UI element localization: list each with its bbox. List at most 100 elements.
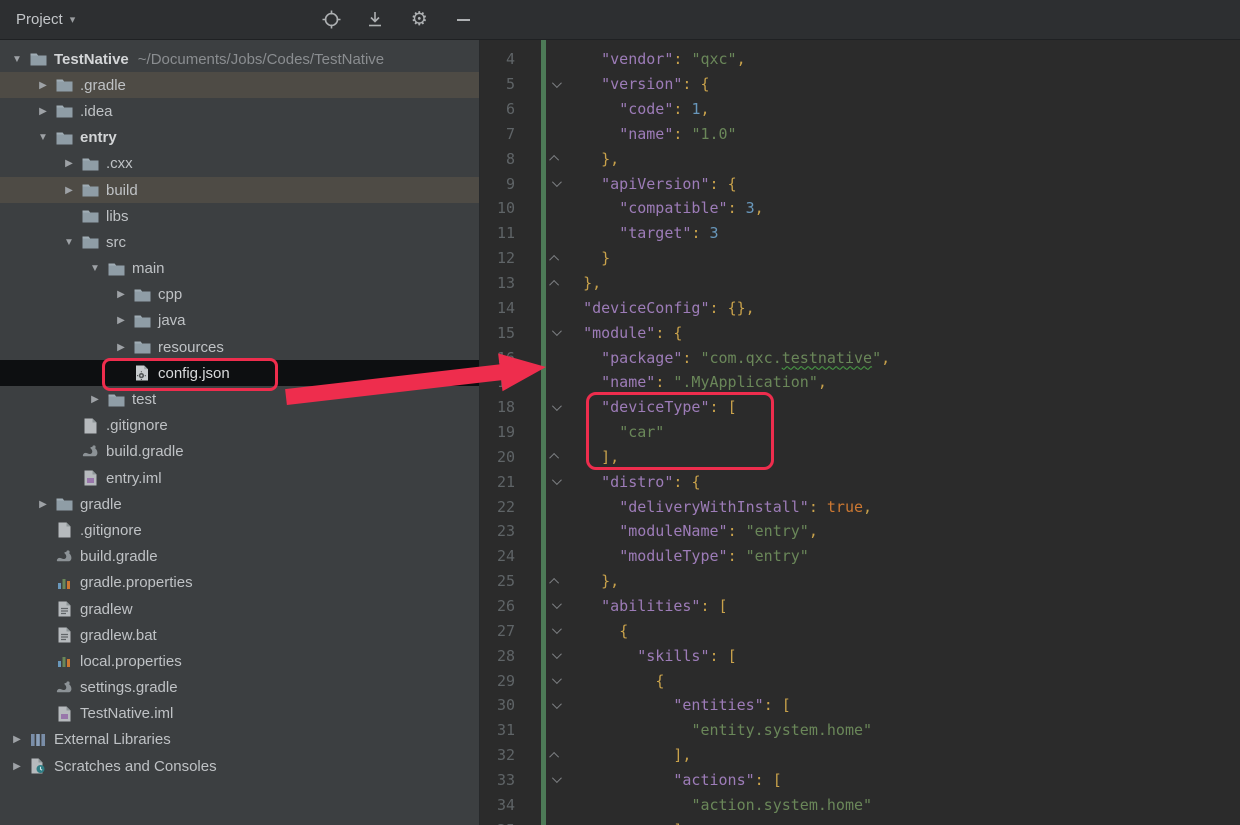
code-line-26[interactable]: 26 "abilities": [ bbox=[481, 594, 1240, 619]
code-line-4[interactable]: 4 "vendor": "qxc", bbox=[481, 47, 1240, 72]
tree-item-testnative-iml[interactable]: TestNative.iml bbox=[0, 701, 479, 727]
tree-item-entry-iml[interactable]: entry.iml bbox=[0, 465, 479, 491]
tree-item-src[interactable]: ▼src bbox=[0, 229, 479, 255]
fold-open-icon[interactable] bbox=[515, 478, 565, 485]
fold-open-icon[interactable] bbox=[515, 652, 565, 659]
tree-item-testnative[interactable]: ▼TestNative~/Documents/Jobs/Codes/TestNa… bbox=[0, 46, 479, 72]
code-line-14[interactable]: 14 "deviceConfig": {}, bbox=[481, 295, 1240, 320]
code-line-10[interactable]: 10 "compatible": 3, bbox=[481, 196, 1240, 221]
chevron-collapsed-icon[interactable]: ▶ bbox=[32, 106, 54, 117]
code-line-22[interactable]: 22 "deliveryWithInstall": true, bbox=[481, 494, 1240, 519]
code-line-13[interactable]: 13 }, bbox=[481, 271, 1240, 296]
code-line-30[interactable]: 30 "entities": [ bbox=[481, 693, 1240, 718]
code-line-15[interactable]: 15 "module": { bbox=[481, 320, 1240, 345]
code-line-35[interactable]: 35 ] bbox=[481, 817, 1240, 825]
fold-open-icon[interactable] bbox=[515, 627, 565, 634]
gear-icon[interactable]: ⚙ bbox=[409, 10, 429, 30]
tree-item-gradle[interactable]: ▶gradle bbox=[0, 491, 479, 517]
tree-item--gitignore[interactable]: .gitignore bbox=[0, 413, 479, 439]
fold-open-icon[interactable] bbox=[515, 81, 565, 88]
tree-item-java[interactable]: ▶java bbox=[0, 308, 479, 334]
tree-item-local-properties[interactable]: local.properties bbox=[0, 648, 479, 674]
chevron-collapsed-icon[interactable]: ▶ bbox=[6, 761, 28, 772]
code-line-29[interactable]: 29 { bbox=[481, 668, 1240, 693]
tree-item--cxx[interactable]: ▶.cxx bbox=[0, 151, 479, 177]
project-tool-window-switcher[interactable]: Project ▾ bbox=[0, 0, 91, 40]
tree-item-entry[interactable]: ▼entry bbox=[0, 125, 479, 151]
chevron-collapsed-icon[interactable]: ▶ bbox=[110, 289, 132, 300]
code-line-27[interactable]: 27 { bbox=[481, 618, 1240, 643]
tree-item-config-json[interactable]: config.json bbox=[0, 360, 479, 386]
code-line-28[interactable]: 28 "skills": [ bbox=[481, 643, 1240, 668]
chevron-expanded-icon[interactable]: ▼ bbox=[6, 54, 28, 65]
chevron-expanded-icon[interactable]: ▼ bbox=[84, 263, 106, 274]
code-text: "entity.system.home" bbox=[565, 721, 872, 739]
fold-open-icon[interactable] bbox=[515, 404, 565, 411]
code-line-33[interactable]: 33 "actions": [ bbox=[481, 767, 1240, 792]
chevron-collapsed-icon[interactable]: ▶ bbox=[84, 394, 106, 405]
tree-item-test[interactable]: ▶test bbox=[0, 386, 479, 412]
target-icon[interactable] bbox=[321, 10, 341, 30]
tree-item-build-gradle[interactable]: build.gradle bbox=[0, 439, 479, 465]
tree-item-build[interactable]: ▶build bbox=[0, 177, 479, 203]
code-line-34[interactable]: 34 "action.system.home" bbox=[481, 792, 1240, 817]
chevron-expanded-icon[interactable]: ▼ bbox=[58, 237, 80, 248]
tree-item-gradlew[interactable]: gradlew bbox=[0, 596, 479, 622]
tree-item-gradle-properties[interactable]: gradle.properties bbox=[0, 570, 479, 596]
chevron-collapsed-icon[interactable]: ▶ bbox=[32, 80, 54, 91]
code-line-19[interactable]: 19 "car" bbox=[481, 420, 1240, 445]
tree-item--gradle[interactable]: ▶.gradle bbox=[0, 72, 479, 98]
fold-close-icon[interactable] bbox=[515, 578, 565, 585]
chevron-collapsed-icon[interactable]: ▶ bbox=[110, 342, 132, 353]
code-line-20[interactable]: 20 ], bbox=[481, 445, 1240, 470]
fold-open-icon[interactable] bbox=[515, 180, 565, 187]
minimize-icon[interactable] bbox=[453, 10, 473, 30]
chevron-collapsed-icon[interactable]: ▶ bbox=[58, 158, 80, 169]
fold-open-icon[interactable] bbox=[515, 677, 565, 684]
editor[interactable]: 4 "vendor": "qxc",5 "version": {6 "code"… bbox=[481, 40, 1240, 825]
code-line-23[interactable]: 23 "moduleName": "entry", bbox=[481, 519, 1240, 544]
chevron-collapsed-icon[interactable]: ▶ bbox=[58, 185, 80, 196]
tree-item--gitignore[interactable]: .gitignore bbox=[0, 517, 479, 543]
fold-open-icon[interactable] bbox=[515, 602, 565, 609]
fold-close-icon[interactable] bbox=[515, 155, 565, 162]
code-line-12[interactable]: 12 } bbox=[481, 246, 1240, 271]
tree-item-gradlew-bat[interactable]: gradlew.bat bbox=[0, 622, 479, 648]
fold-open-icon[interactable] bbox=[515, 702, 565, 709]
code-line-25[interactable]: 25 }, bbox=[481, 569, 1240, 594]
chevron-collapsed-icon[interactable]: ▶ bbox=[6, 734, 28, 745]
tree-item-resources[interactable]: ▶resources bbox=[0, 334, 479, 360]
fold-open-icon[interactable] bbox=[515, 329, 565, 336]
fold-close-icon[interactable] bbox=[515, 255, 565, 262]
tree-item--idea[interactable]: ▶.idea bbox=[0, 98, 479, 124]
code-line-18[interactable]: 18 "deviceType": [ bbox=[481, 395, 1240, 420]
chevron-collapsed-icon[interactable]: ▶ bbox=[32, 499, 54, 510]
code-line-6[interactable]: 6 "code": 1, bbox=[481, 97, 1240, 122]
fold-close-icon[interactable] bbox=[515, 752, 565, 759]
tree-item-main[interactable]: ▼main bbox=[0, 256, 479, 282]
tree-item-cpp[interactable]: ▶cpp bbox=[0, 282, 479, 308]
tree-item-build-gradle[interactable]: build.gradle bbox=[0, 544, 479, 570]
fold-close-icon[interactable] bbox=[515, 453, 565, 460]
code-line-7[interactable]: 7 "name": "1.0" bbox=[481, 122, 1240, 147]
code-line-8[interactable]: 8 }, bbox=[481, 146, 1240, 171]
tree-item-scratches-and-consoles[interactable]: ▶Scratches and Consoles bbox=[0, 753, 479, 779]
code-line-32[interactable]: 32 ], bbox=[481, 743, 1240, 768]
collapse-icon[interactable] bbox=[365, 10, 385, 30]
fold-close-icon[interactable] bbox=[515, 280, 565, 287]
chevron-expanded-icon[interactable]: ▼ bbox=[32, 132, 54, 143]
code-line-17[interactable]: 17 "name": ".MyApplication", bbox=[481, 370, 1240, 395]
tree-item-libs[interactable]: libs bbox=[0, 203, 479, 229]
code-line-5[interactable]: 5 "version": { bbox=[481, 72, 1240, 97]
line-number: 34 bbox=[481, 796, 515, 814]
code-line-16[interactable]: 16 "package": "com.qxc.testnative", bbox=[481, 345, 1240, 370]
code-line-24[interactable]: 24 "moduleType": "entry" bbox=[481, 544, 1240, 569]
code-line-31[interactable]: 31 "entity.system.home" bbox=[481, 718, 1240, 743]
code-line-9[interactable]: 9 "apiVersion": { bbox=[481, 171, 1240, 196]
code-line-11[interactable]: 11 "target": 3 bbox=[481, 221, 1240, 246]
fold-open-icon[interactable] bbox=[515, 776, 565, 783]
code-line-21[interactable]: 21 "distro": { bbox=[481, 469, 1240, 494]
chevron-collapsed-icon[interactable]: ▶ bbox=[110, 315, 132, 326]
tree-item-external-libraries[interactable]: ▶External Libraries bbox=[0, 727, 479, 753]
tree-item-settings-gradle[interactable]: settings.gradle bbox=[0, 675, 479, 701]
